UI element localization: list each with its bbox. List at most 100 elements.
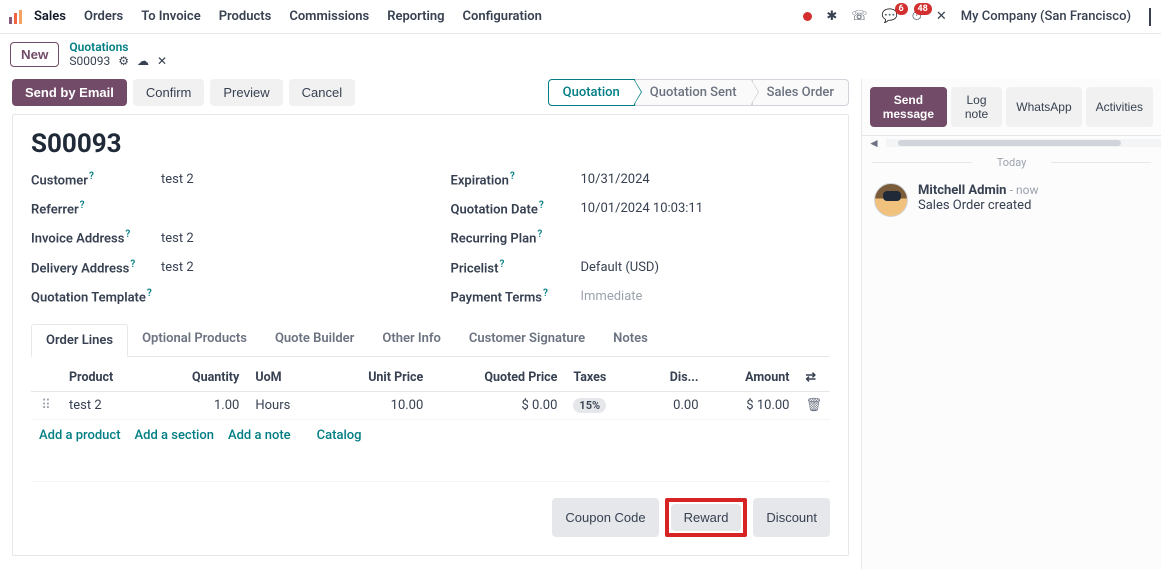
footer-actions: Coupon Code Reward Discount (31, 481, 830, 545)
col-quoted-price[interactable]: Quoted Price (431, 363, 565, 392)
col-settings-icon[interactable]: ⇄ (797, 363, 830, 392)
chatter-toolbar: Send message Log note WhatsApp Activitie… (862, 79, 1161, 136)
coupon-code-button[interactable]: Coupon Code (552, 498, 658, 537)
preview-button[interactable]: Preview (210, 79, 282, 106)
tax-badge[interactable]: 15% (573, 398, 606, 413)
tab-order-lines[interactable]: Order Lines (31, 324, 128, 357)
status-sales-order[interactable]: Sales Order (752, 79, 849, 106)
status-quotation[interactable]: Quotation (548, 79, 635, 106)
reward-button[interactable]: Reward (671, 504, 742, 531)
pricelist-value[interactable]: Default (USD) (581, 260, 659, 275)
invoice-address-value[interactable]: test 2 (161, 231, 194, 246)
cell-product[interactable]: test 2 (61, 392, 152, 420)
drag-handle-icon[interactable]: ⠿ (39, 398, 53, 413)
chat-badge: 6 (895, 3, 908, 15)
discount-button[interactable]: Discount (753, 498, 830, 537)
form-action-bar: Send by Email Confirm Preview Cancel Quo… (12, 79, 849, 106)
tab-notes[interactable]: Notes (599, 323, 662, 356)
order-lines-table: Product Quantity UoM Unit Price Quoted P… (31, 363, 830, 420)
phone-icon[interactable]: ☏ (851, 9, 867, 24)
breadcrumb-current: S00093 (69, 54, 110, 68)
col-amount[interactable]: Amount (707, 363, 798, 392)
customer-value[interactable]: test 2 (161, 172, 194, 187)
close-icon[interactable]: ✕ (157, 54, 167, 68)
cell-quoted-price[interactable]: $ 0.00 (431, 392, 565, 420)
gear-icon[interactable]: ⚙ (118, 54, 129, 68)
breadcrumb-parent[interactable]: Quotations (69, 40, 167, 54)
chatter-panel: Send message Log note WhatsApp Activitie… (861, 79, 1161, 569)
quotation-date-label: Quotation Date (451, 202, 538, 217)
form-sheet: S00093 Customer?test 2 Referrer? Invoice… (12, 114, 849, 556)
add-product-link[interactable]: Add a product (39, 428, 121, 443)
chat-icon[interactable]: 💬6 (882, 9, 898, 24)
customer-label: Customer (31, 173, 88, 188)
bug-icon[interactable]: ✱ (826, 9, 837, 24)
status-quotation-sent[interactable]: Quotation Sent (635, 79, 752, 106)
systray: ✱ ☏ 💬6 ⏱48 ✕ My Company (San Francisco) (803, 8, 1153, 26)
breadcrumb-row: New Quotations S00093 ⚙ ☁ ✕ (0, 34, 1161, 79)
catalog-link[interactable]: Catalog (317, 428, 362, 443)
chatter-message: Mitchell Admin - now Sales Order created (862, 175, 1161, 225)
day-separator: Today (862, 150, 1161, 175)
delete-line-icon[interactable]: 🗑 (805, 398, 822, 413)
message-text: Sales Order created (918, 198, 1038, 213)
delivery-address-value[interactable]: test 2 (161, 260, 194, 275)
add-note-link[interactable]: Add a note (228, 428, 291, 443)
send-by-email-button[interactable]: Send by Email (12, 79, 127, 106)
col-discount[interactable]: Dis... (639, 363, 706, 392)
tab-customer-signature[interactable]: Customer Signature (455, 323, 599, 356)
scroll-left-icon[interactable]: ◄ (862, 136, 886, 150)
menu-orders[interactable]: Orders (84, 9, 123, 24)
tab-quote-builder[interactable]: Quote Builder (261, 323, 368, 356)
cell-qty[interactable]: 1.00 (152, 392, 248, 420)
menu-sales[interactable]: Sales (34, 9, 66, 24)
cell-unit-price[interactable]: 10.00 (324, 392, 431, 420)
confirm-button[interactable]: Confirm (133, 79, 205, 106)
cancel-button[interactable]: Cancel (289, 79, 355, 106)
whatsapp-button[interactable]: WhatsApp (1006, 87, 1081, 127)
send-message-button[interactable]: Send message (870, 87, 947, 127)
expiration-label: Expiration (451, 173, 509, 188)
quotation-date-value[interactable]: 10/01/2024 10:03:11 (581, 201, 704, 216)
menu-products[interactable]: Products (219, 9, 272, 24)
add-row: Add a product Add a section Add a note C… (31, 420, 830, 451)
tab-optional-products[interactable]: Optional Products (128, 323, 261, 356)
top-nav: Sales Orders To Invoice Products Commiss… (0, 0, 1161, 34)
activities-button[interactable]: Activities (1086, 87, 1153, 127)
delivery-address-label: Delivery Address (31, 261, 129, 276)
menu-configuration[interactable]: Configuration (463, 9, 542, 24)
cell-amount[interactable]: $ 10.00 (707, 392, 798, 420)
sheet-tabs: Order Lines Optional Products Quote Buil… (31, 323, 830, 357)
tools-icon[interactable]: ✕ (936, 9, 947, 24)
quotation-template-label: Quotation Template (31, 290, 146, 305)
col-quantity[interactable]: Quantity (152, 363, 248, 392)
cell-uom[interactable]: Hours (247, 392, 324, 420)
message-author[interactable]: Mitchell Admin (918, 183, 1006, 198)
menu-to-invoice[interactable]: To Invoice (141, 9, 201, 24)
payment-terms-value[interactable]: Immediate (581, 289, 643, 304)
tab-other-info[interactable]: Other Info (368, 323, 454, 356)
avatar (874, 183, 908, 217)
menu-commissions[interactable]: Commissions (289, 9, 369, 24)
add-section-link[interactable]: Add a section (135, 428, 214, 443)
expiration-value[interactable]: 10/31/2024 (581, 172, 650, 187)
col-taxes[interactable]: Taxes (565, 363, 639, 392)
recording-dot-icon[interactable] (803, 12, 812, 21)
table-row[interactable]: ⠿ test 2 1.00 Hours 10.00 $ 0.00 15% 0.0… (31, 392, 830, 420)
cell-discount[interactable]: 0.00 (639, 392, 706, 420)
col-unit-price[interactable]: Unit Price (324, 363, 431, 392)
new-button[interactable]: New (10, 42, 59, 67)
col-uom[interactable]: UoM (247, 363, 324, 392)
cloud-icon[interactable]: ☁ (137, 54, 149, 68)
message-time: - now (1010, 183, 1039, 197)
company-switcher[interactable]: My Company (San Francisco) (961, 9, 1131, 24)
clock-icon[interactable]: ⏱48 (912, 9, 922, 24)
main-menu: Sales Orders To Invoice Products Commiss… (34, 9, 542, 24)
log-note-button[interactable]: Log note (951, 87, 1003, 127)
chatter-scrollbar[interactable] (886, 139, 1161, 147)
user-avatar-icon[interactable] (1149, 8, 1153, 26)
breadcrumb: Quotations S00093 ⚙ ☁ ✕ (69, 40, 167, 69)
menu-reporting[interactable]: Reporting (387, 9, 444, 24)
invoice-address-label: Invoice Address (31, 232, 124, 247)
col-product[interactable]: Product (61, 363, 152, 392)
